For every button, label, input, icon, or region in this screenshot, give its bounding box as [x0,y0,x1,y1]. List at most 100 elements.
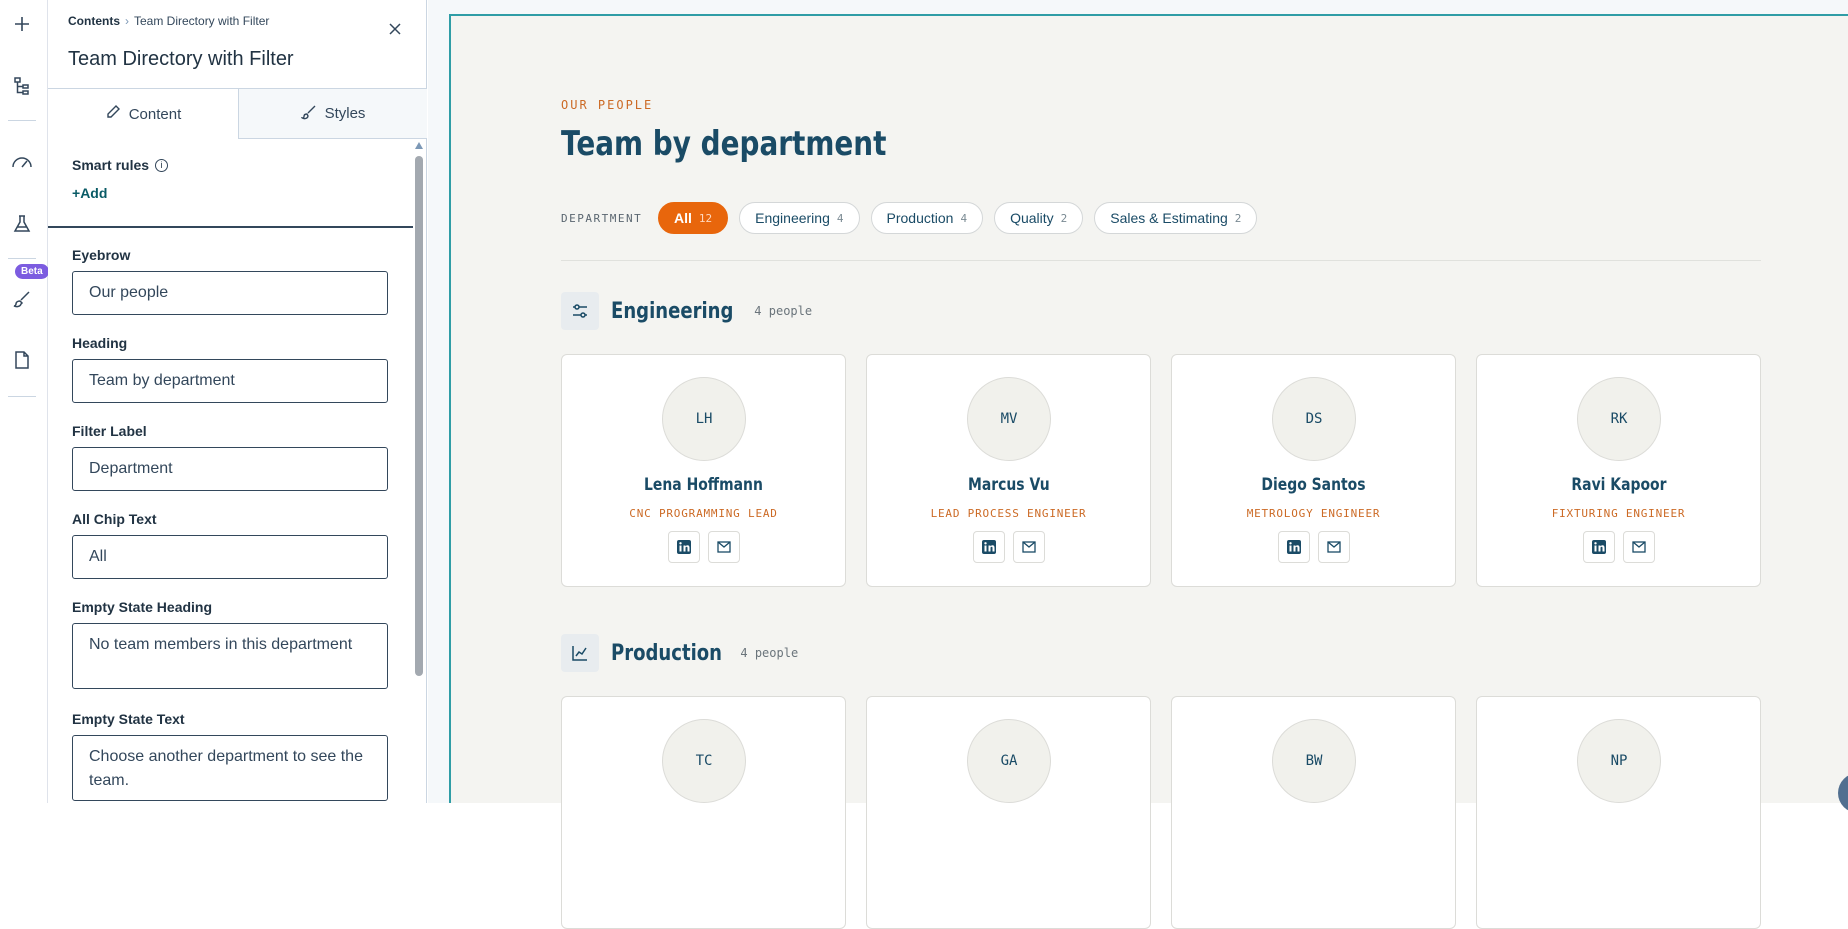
member-name-text: Diego Santos [1261,475,1366,495]
filter-label: DEPARTMENT [561,212,643,225]
breadcrumb-current: Team Directory with Filter [134,14,270,28]
tab-content-label: Content [128,105,182,123]
member-name: Marcus Vu [867,475,1150,495]
linkedin-icon[interactable] [667,531,700,563]
eyebrow-input[interactable]: Our people [72,271,388,315]
avatar: BW [1272,719,1356,803]
fields-scroll-area[interactable]: Smart rules i +Add Eyebrow Our people He… [48,138,427,803]
team-card: MV Marcus Vu LEAD PROCESS ENGINEER [866,354,1151,587]
editor-tabs: Content Styles [48,88,427,139]
breadcrumb: Contents › Team Directory with Filter [68,14,269,28]
smart-rules-label: Smart rules i [72,157,169,173]
tab-content[interactable]: Content [48,89,238,139]
filter-chips: All 12 Engineering 4 Production 4 Quality 2 … [658,202,1258,234]
divider [561,260,1761,261]
linkedin-icon[interactable] [1582,531,1615,563]
chip-count: 4 [836,211,844,225]
breadcrumb-chevron-icon: › [125,14,129,28]
avatar: TC [662,719,746,803]
brush-icon[interactable] [8,285,36,313]
tab-styles[interactable]: Styles [238,89,427,139]
team-card: TC [561,696,846,929]
email-icon[interactable] [1622,531,1655,563]
field-label: Eyebrow [72,247,131,263]
close-icon[interactable] [388,22,404,38]
add-smart-rule-button[interactable]: +Add [72,185,107,201]
breadcrumb-root[interactable]: Contents [68,14,120,28]
all-chip-text-input[interactable]: All [72,535,388,579]
member-name-text: Marcus Vu [967,475,1050,495]
panel-title: Team Directory with Filter [68,48,294,70]
scrollbar-thumb[interactable] [415,156,423,676]
member-name-text: Ravi Kapoor [1570,475,1667,495]
eyebrow-text: OUR PEOPLE [561,98,654,112]
department-count: 4 people [740,646,799,660]
sliders-icon [561,292,599,330]
chip-count: 4 [960,211,968,225]
member-role: FIXTURING ENGINEER [1551,507,1686,520]
field-filter-label: Filter Label Department [72,423,388,491]
tab-styles-label: Styles [324,105,366,122]
field-empty-state-text: Empty State Text Choose another departme… [72,711,388,801]
chip-quality[interactable]: Quality 2 [994,202,1084,234]
module-preview-frame[interactable]: OUR PEOPLE Team by department DEPARTMENT… [449,14,1848,929]
tree-icon[interactable] [8,72,36,100]
team-card: DS Diego Santos METROLOGY ENGINEER [1171,354,1456,587]
department-count: 4 people [754,304,813,318]
field-label: Empty State Heading [72,599,213,615]
chip-production[interactable]: Production 4 [870,202,984,234]
add-label: Add [80,185,108,201]
chip-all[interactable]: All 12 [658,202,729,234]
member-role: METROLOGY ENGINEER [1246,507,1381,520]
field-label: Empty State Text [72,711,185,727]
rail-divider [8,396,36,397]
smart-rules-text: Smart rules [72,157,150,173]
chip-label: Sales & Estimating [1110,210,1228,226]
member-name: Lena Hoffmann [562,475,845,495]
department-header-engineering: Engineering 4 people [561,292,812,330]
flask-icon[interactable] [8,210,36,238]
avatar: GA [967,719,1051,803]
chip-sales-estimating[interactable]: Sales & Estimating 2 [1094,202,1258,234]
rail-divider [8,120,36,121]
gauge-icon[interactable] [8,148,36,176]
chip-engineering[interactable]: Engineering 4 [739,202,860,234]
chip-count: 2 [1060,211,1068,225]
social-links [1477,531,1760,563]
avatar: MV [967,377,1051,461]
chart-icon [561,634,599,672]
chip-label: All [674,210,692,226]
social-links [1172,531,1455,563]
department-name: Engineering [611,298,734,324]
department-name: Production [611,640,723,666]
avatar: NP [1577,719,1661,803]
brush-icon [299,104,317,124]
empty-state-text-input[interactable]: Choose another department to see the tea… [72,735,388,801]
chip-count: 2 [1234,211,1242,225]
avatar: DS [1272,377,1356,461]
plus-icon[interactable] [8,10,36,38]
page-icon[interactable] [8,346,36,374]
rail-divider [8,258,36,259]
team-card: BW [1171,696,1456,929]
left-rail: Beta [0,0,49,803]
filter-label-input[interactable]: Department [72,447,388,491]
social-links [562,531,845,563]
field-eyebrow: Eyebrow Our people [72,247,388,315]
email-icon[interactable] [707,531,740,563]
field-all-chip-text: All Chip Text All [72,511,388,579]
empty-state-heading-input[interactable]: No team members in this department [72,623,388,689]
field-label: Heading [72,335,128,351]
field-empty-state-heading: Empty State Heading No team members in t… [72,599,388,689]
team-card: RK Ravi Kapoor FIXTURING ENGINEER [1476,354,1761,587]
heading-input[interactable]: Team by department [72,359,388,403]
social-links [867,531,1150,563]
beta-badge: Beta [15,264,49,279]
email-icon[interactable] [1317,531,1350,563]
info-icon[interactable]: i [155,158,169,172]
email-icon[interactable] [1012,531,1045,563]
field-heading: Heading Team by department [72,335,388,403]
scroll-up-arrow-icon[interactable] [415,142,423,149]
linkedin-icon[interactable] [972,531,1005,563]
linkedin-icon[interactable] [1277,531,1310,563]
